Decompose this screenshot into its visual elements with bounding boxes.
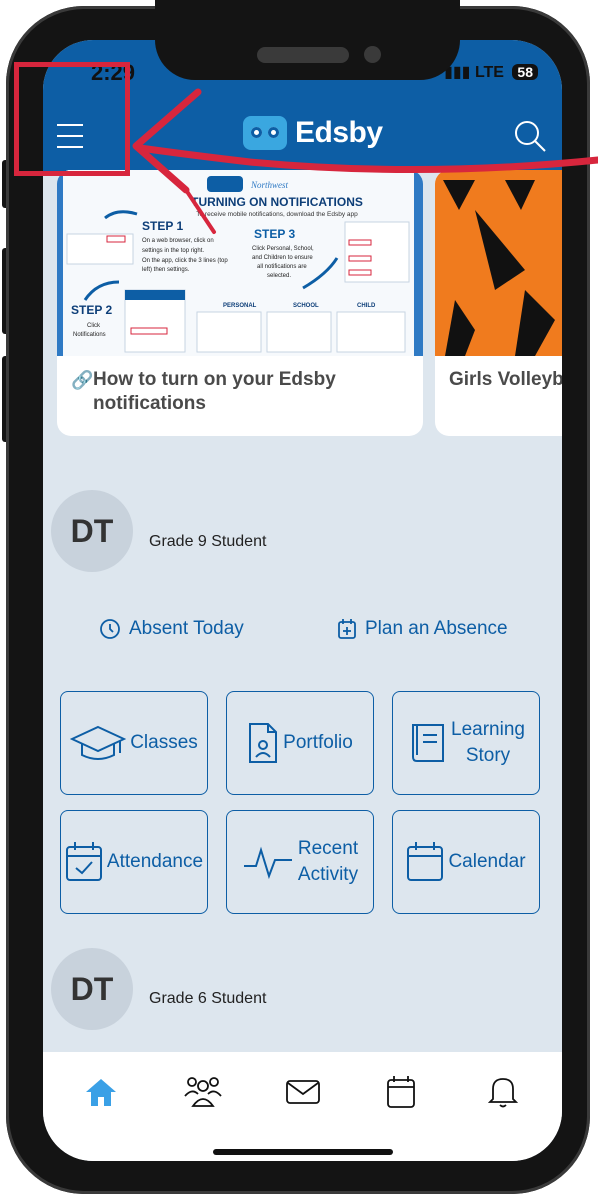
recent-activity-label: Recent Activity — [298, 836, 358, 888]
calendar-plus-icon — [338, 619, 356, 639]
absent-today-label: Absent Today — [129, 618, 244, 639]
calendar-icon[interactable] — [381, 1072, 421, 1112]
bell-icon[interactable] — [483, 1072, 523, 1112]
classes-tile[interactable]: Classes — [60, 691, 208, 795]
clock-icon — [100, 619, 120, 639]
people-icon[interactable] — [183, 1072, 223, 1112]
learning-story-tile[interactable]: Learning Story — [392, 691, 540, 795]
calendar-check-icon — [65, 842, 102, 881]
graduation-cap-icon — [70, 725, 127, 760]
mail-icon[interactable] — [283, 1072, 323, 1112]
activity-pulse-icon — [243, 846, 292, 880]
bottom-navigation — [43, 1052, 562, 1161]
portfolio-icon — [249, 723, 278, 763]
attendance-tile[interactable]: Attendance — [60, 810, 208, 914]
annotation-arrow-icon — [132, 88, 598, 234]
calendar-label: Calendar — [448, 851, 526, 872]
plan-absence-label: Plan an Absence — [365, 618, 508, 639]
calendar-tile[interactable]: Calendar — [392, 810, 540, 914]
portfolio-label: Portfolio — [283, 732, 353, 753]
learning-story-line1: Learning — [451, 719, 525, 740]
book-icon — [412, 724, 445, 762]
home-icon[interactable] — [81, 1072, 121, 1112]
plan-absence-link[interactable]: Plan an Absence — [337, 618, 508, 640]
calendar-icon — [407, 842, 444, 881]
learning-story-label: Learning Story — [451, 717, 525, 769]
learning-story-line2: Story — [465, 745, 511, 766]
recent-activity-tile[interactable]: Recent Activity — [226, 810, 374, 914]
home-indicator — [213, 1149, 393, 1155]
student-grade: Grade 9 Student — [149, 533, 267, 550]
recent-activity-line2: Activity — [297, 864, 359, 885]
absent-today-link[interactable]: Absent Today — [99, 618, 244, 640]
avatar: DT — [51, 490, 133, 572]
recent-activity-line1: Recent — [297, 838, 359, 859]
student-grade: Grade 6 Student — [149, 990, 267, 1007]
classes-label: Classes — [130, 732, 198, 753]
avatar: DT — [51, 948, 133, 1030]
attendance-label: Attendance — [106, 851, 204, 872]
portfolio-tile[interactable]: Portfolio — [226, 691, 374, 795]
